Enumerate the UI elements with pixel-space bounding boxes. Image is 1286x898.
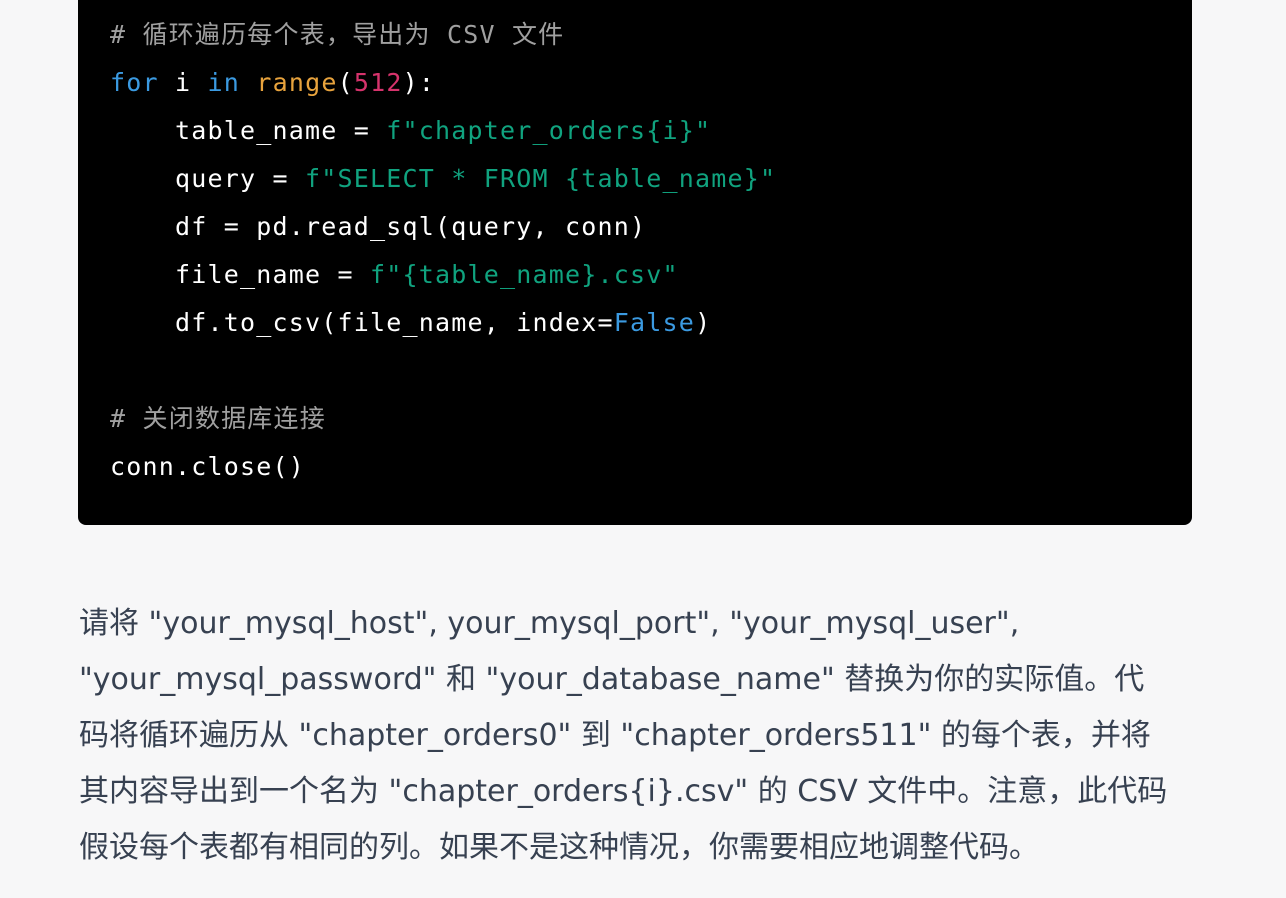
code-token: for — [110, 68, 159, 97]
code-line: # 关闭数据库连接 — [110, 395, 326, 443]
code-token: df.to_csv(file_name, index= — [110, 308, 614, 337]
code-line: file_name = f"{table_name}.csv" — [110, 251, 679, 299]
code-token: in — [207, 68, 241, 97]
code-token: f"SELECT * FROM {table_name}" — [305, 164, 777, 193]
message-line: 其内容导出到一个名为 "chapter_orders{i}.csv" 的 CSV… — [79, 774, 1168, 809]
code-token: df = pd.read_sql(query, conn) — [110, 212, 647, 241]
code-token: i — [158, 68, 208, 97]
assistant-message: 请将 "your_mysql_host", your_mysql_port", … — [79, 596, 1194, 876]
code-token: 512 — [353, 68, 403, 97]
message-line: 请将 "your_mysql_host", your_mysql_port", … — [79, 606, 1020, 641]
code-block: # 循环遍历每个表，导出为 CSV 文件 for i in range(512):… — [78, 0, 1192, 525]
code-token: # 关闭数据库连接 — [110, 404, 326, 433]
code-line: for i in range(512): — [110, 59, 435, 107]
code-line: # 循环遍历每个表，导出为 CSV 文件 — [110, 11, 564, 59]
code-token: conn.close() — [110, 452, 306, 481]
code-line: query = f"SELECT * FROM {table_name}" — [110, 155, 776, 203]
code-line: conn.close() — [110, 443, 305, 491]
code-token: f"{table_name}.csv" — [370, 260, 679, 289]
code-token: ): — [402, 68, 436, 97]
code-token: f"chapter_orders{i}" — [386, 116, 712, 145]
message-line: 码将循环遍历从 "chapter_orders0" 到 "chapter_ord… — [79, 718, 1151, 753]
code-token: range — [256, 68, 338, 97]
code-token: ) — [695, 308, 712, 337]
message-line: 假设每个表都有相同的列。如果不是这种情况，你需要相应地调整代码。 — [79, 830, 1039, 865]
code-token: # 循环遍历每个表，导出为 CSV 文件 — [110, 20, 565, 49]
code-token: query = — [110, 164, 306, 193]
code-line: df.to_csv(file_name, index=False) — [110, 299, 711, 347]
code-token: file_name = — [110, 260, 371, 289]
code-line: df = pd.read_sql(query, conn) — [110, 203, 646, 251]
code-token: False — [613, 308, 696, 337]
message-line: "your_mysql_password" 和 "your_database_n… — [79, 662, 1145, 697]
code-token: ( — [337, 68, 354, 97]
code-line: table_name = f"chapter_orders{i}" — [110, 107, 711, 155]
code-token: table_name = — [110, 116, 387, 145]
